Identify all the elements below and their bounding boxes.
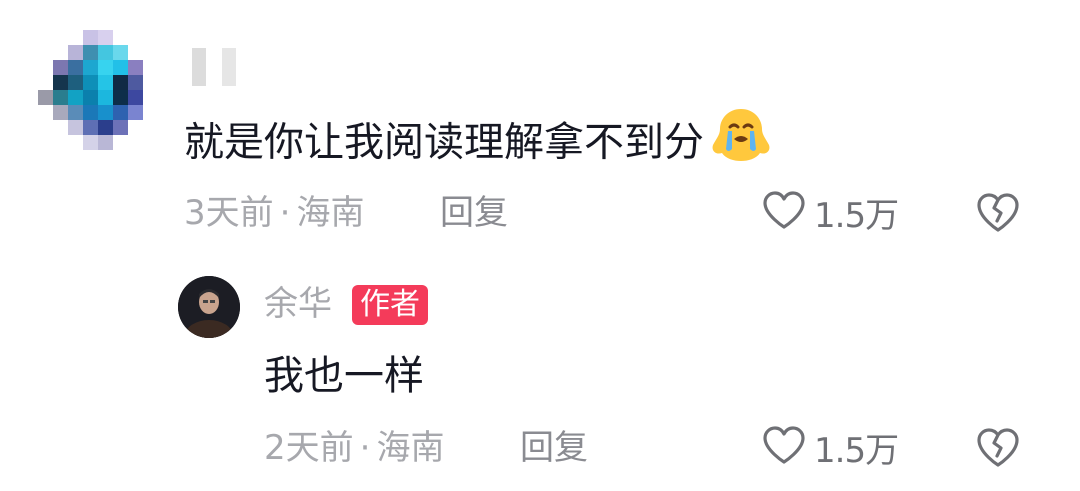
broken-heart-icon (974, 193, 1022, 240)
crying-face-emoji-icon (710, 105, 772, 176)
like-button[interactable]: 1.5万 (762, 423, 899, 471)
dislike-button[interactable] (974, 423, 1022, 471)
author-name[interactable]: 余华 (264, 282, 332, 326)
reply-button[interactable]: 回复 (520, 426, 588, 470)
avatar[interactable] (38, 30, 158, 150)
meta-separator: · (279, 193, 291, 233)
comment-location: 海南 (296, 193, 365, 233)
comment-time: 3天前 (184, 193, 274, 233)
comment-meta: 3天前 · 海南 (184, 191, 364, 235)
author-badge: 作者 (352, 285, 428, 325)
like-count: 1.5万 (814, 195, 899, 236)
redacted-username (192, 48, 236, 88)
heart-icon (762, 190, 806, 234)
dislike-button[interactable] (974, 188, 1022, 236)
meta-separator: · (359, 428, 371, 468)
reply-time: 2天前 (264, 428, 354, 468)
author-avatar[interactable] (178, 276, 240, 338)
like-count: 1.5万 (814, 430, 899, 471)
comment-text-content: 就是你让我阅读理解拿不到分 (184, 119, 704, 166)
broken-heart-icon (974, 428, 1022, 475)
reply-text: 我也一样 (264, 353, 424, 399)
comment-text: 就是你让我阅读理解拿不到分 (184, 109, 772, 176)
comment-item: 就是你让我阅读理解拿不到分 3天前 · 海南 回复 1.5万 (0, 0, 1080, 250)
reply-location: 海南 (376, 428, 445, 468)
heart-icon (762, 425, 806, 469)
reply-item: 余华 作者 我也一样 2天前 · 海南 回复 1.5万 (0, 258, 1080, 491)
reply-button[interactable]: 回复 (440, 191, 508, 235)
reply-meta: 2天前 · 海南 (264, 426, 444, 470)
like-button[interactable]: 1.5万 (762, 188, 899, 236)
